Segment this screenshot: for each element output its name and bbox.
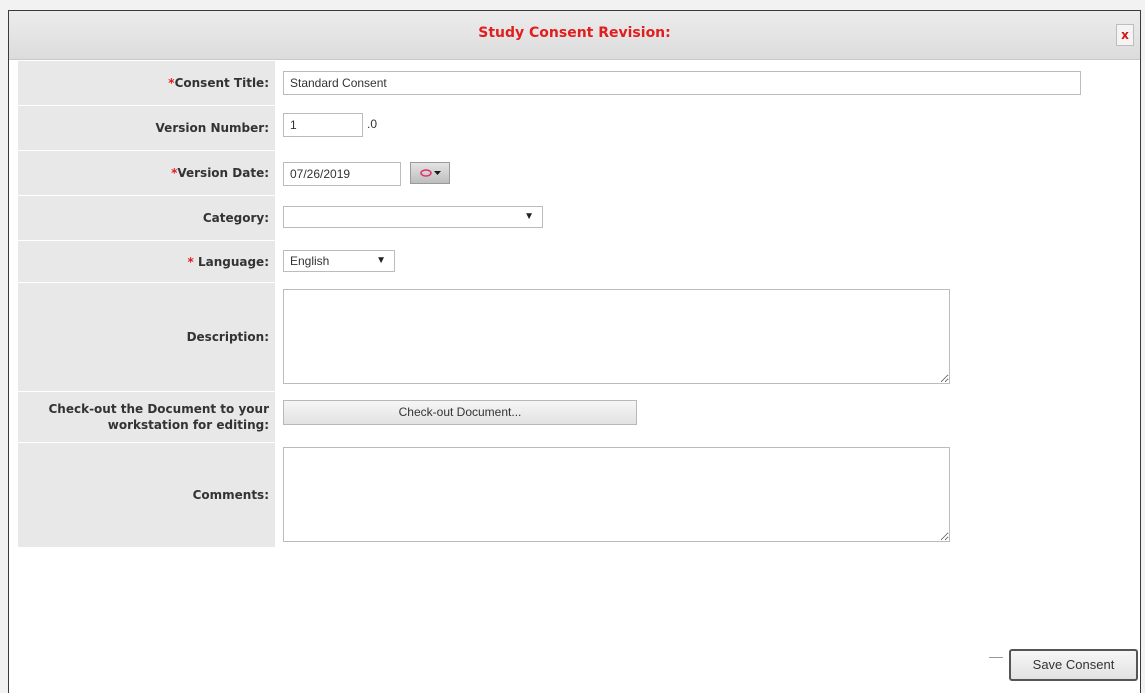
calendar-icon bbox=[420, 169, 441, 177]
required-marker: * bbox=[187, 254, 198, 269]
version-number-input[interactable] bbox=[283, 113, 363, 137]
category-select[interactable]: ▼ bbox=[283, 206, 543, 228]
version-number-label: Version Number: bbox=[18, 106, 275, 150]
footer-divider bbox=[989, 657, 1003, 658]
dialog-title: Study Consent Revision: bbox=[478, 25, 671, 41]
dialog-titlebar: Study Consent Revision: x bbox=[9, 11, 1140, 60]
row-comments: Comments: bbox=[18, 443, 1118, 548]
version-date-input[interactable] bbox=[283, 162, 401, 186]
calendar-button[interactable] bbox=[410, 162, 450, 184]
category-label: Category: bbox=[18, 196, 275, 240]
close-button[interactable]: x bbox=[1116, 24, 1134, 46]
chevron-down-icon: ▼ bbox=[376, 255, 386, 266]
row-language: * Language: English ▼ bbox=[18, 241, 1118, 283]
chevron-down-icon: ▼ bbox=[524, 211, 534, 222]
row-version-number: Version Number: .0 bbox=[18, 106, 1118, 151]
row-description: Description: bbox=[18, 283, 1118, 392]
checkout-document-button[interactable]: Check-out Document... bbox=[283, 400, 637, 425]
consent-title-label-text: Consent Title: bbox=[174, 76, 269, 90]
version-date-label: * Version Date: bbox=[18, 151, 275, 195]
row-consent-title: * Consent Title: bbox=[18, 61, 1118, 106]
comments-textarea[interactable] bbox=[283, 447, 950, 542]
language-select[interactable]: English ▼ bbox=[283, 250, 395, 272]
language-label-text: Language: bbox=[197, 254, 269, 269]
save-consent-button[interactable]: Save Consent bbox=[1009, 649, 1138, 681]
row-version-date: * Version Date: bbox=[18, 151, 1118, 196]
comments-label: Comments: bbox=[18, 443, 275, 547]
checkout-label: Check-out the Document to your workstati… bbox=[18, 392, 275, 442]
language-selected-value: English bbox=[290, 254, 330, 268]
version-number-suffix: .0 bbox=[367, 117, 378, 131]
consent-form: * Consent Title: Version Number: .0 * Ve… bbox=[18, 61, 1118, 548]
consent-title-label: * Consent Title: bbox=[18, 61, 275, 105]
description-label: Description: bbox=[18, 283, 275, 391]
consent-dialog: Study Consent Revision: x * Consent Titl… bbox=[8, 10, 1141, 693]
row-category: Category: ▼ bbox=[18, 196, 1118, 241]
consent-title-input[interactable] bbox=[283, 71, 1081, 95]
description-textarea[interactable] bbox=[283, 289, 950, 384]
version-date-label-text: Version Date: bbox=[177, 166, 269, 180]
language-label: * Language: bbox=[18, 241, 275, 282]
row-checkout: Check-out the Document to your workstati… bbox=[18, 392, 1118, 443]
